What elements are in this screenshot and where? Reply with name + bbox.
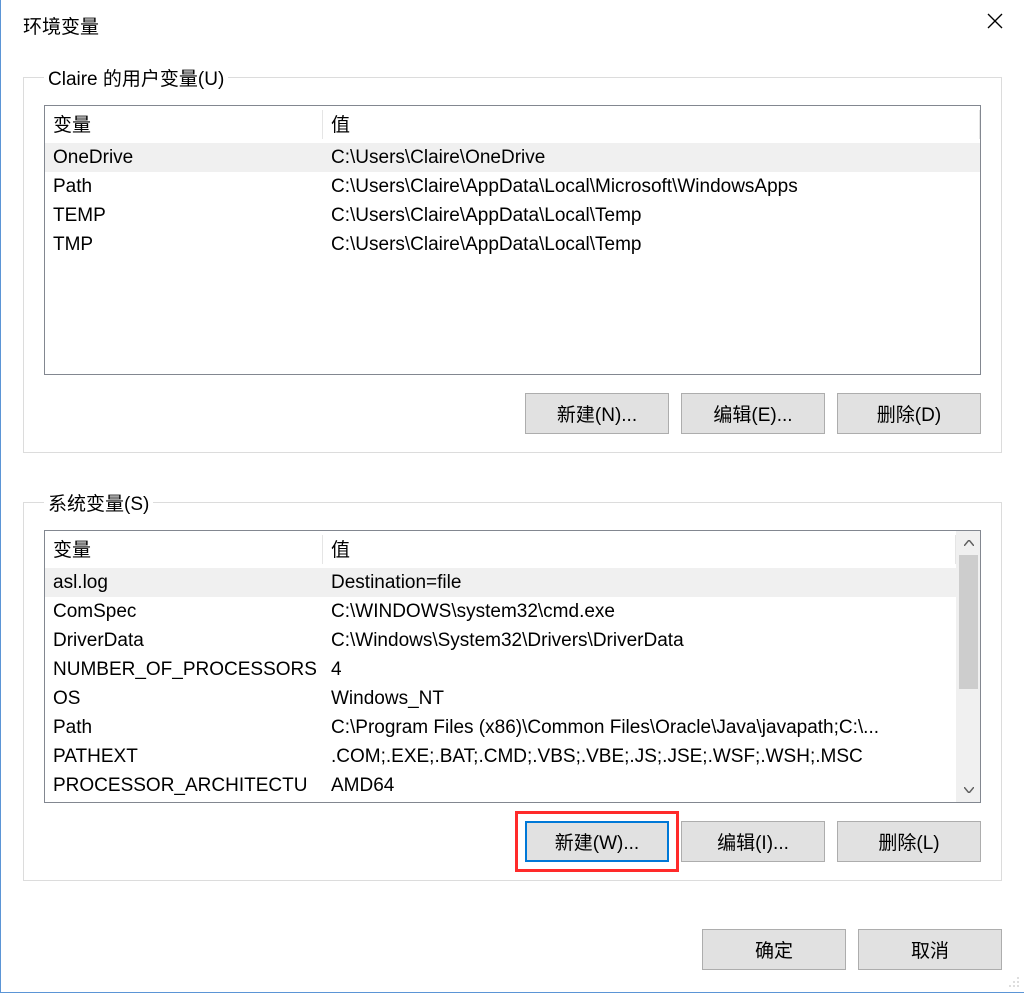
- cell-value: C:\Users\Claire\AppData\Local\Temp: [323, 205, 980, 227]
- user-header-variable[interactable]: 变量: [45, 106, 323, 143]
- table-row[interactable]: OneDriveC:\Users\Claire\OneDrive: [45, 143, 980, 172]
- ok-button[interactable]: 确定: [702, 929, 846, 970]
- system-vars-group: 系统变量(S) 变量 值 asl.logDestination=fileComS…: [23, 489, 1002, 881]
- cell-variable: DriverData: [45, 630, 323, 652]
- table-row[interactable]: PROCESSOR_ARCHITECTUAMD64: [45, 771, 956, 800]
- table-row[interactable]: TEMPC:\Users\Claire\AppData\Local\Temp: [45, 201, 980, 230]
- cell-value: .COM;.EXE;.BAT;.CMD;.VBS;.VBE;.JS;.JSE;.…: [323, 746, 956, 768]
- user-vars-group: Claire 的用户变量(U) 变量 值 OneDriveC:\Users\Cl…: [23, 64, 1002, 453]
- user-vars-header: 变量 值: [45, 106, 980, 143]
- cell-variable: asl.log: [45, 572, 323, 594]
- cell-variable: Path: [45, 176, 323, 198]
- user-header-value[interactable]: 值: [323, 106, 980, 143]
- cell-variable: Path: [45, 717, 323, 739]
- table-row[interactable]: OSWindows_NT: [45, 684, 956, 713]
- cell-value: AMD64: [323, 775, 956, 797]
- user-vars-buttons: 新建(N)... 编辑(E)... 删除(D): [44, 393, 981, 434]
- cell-variable: ComSpec: [45, 601, 323, 623]
- system-vars-legend: 系统变量(S): [44, 489, 153, 516]
- resize-grip[interactable]: [1004, 972, 1020, 988]
- user-vars-list[interactable]: 变量 值 OneDriveC:\Users\Claire\OneDrivePat…: [44, 105, 981, 375]
- table-row[interactable]: PathC:\Program Files (x86)\Common Files\…: [45, 713, 956, 742]
- cell-value: C:\Windows\System32\Drivers\DriverData: [323, 630, 956, 652]
- scroll-down-icon[interactable]: [957, 778, 980, 802]
- system-vars-header: 变量 值: [45, 531, 956, 568]
- table-row[interactable]: NUMBER_OF_PROCESSORS4: [45, 655, 956, 684]
- system-vars-scrollbar[interactable]: [956, 531, 980, 802]
- cell-variable: OS: [45, 688, 323, 710]
- dialog-buttons: 确定 取消: [702, 929, 1002, 970]
- cell-variable: TMP: [45, 234, 323, 256]
- user-vars-legend: Claire 的用户变量(U): [44, 64, 228, 91]
- titlebar: 环境变量: [1, 0, 1024, 50]
- system-vars-buttons: 新建(W)... 编辑(I)... 删除(L): [44, 821, 981, 862]
- cell-value: Windows_NT: [323, 688, 956, 710]
- system-header-value[interactable]: 值: [323, 531, 956, 568]
- system-vars-body: asl.logDestination=fileComSpecC:\WINDOWS…: [45, 568, 956, 800]
- cell-variable: PROCESSOR_ARCHITECTU: [45, 775, 323, 797]
- env-vars-dialog: 环境变量 Claire 的用户变量(U) 变量 值 OneDriveC:\Use…: [0, 0, 1024, 993]
- system-delete-button[interactable]: 删除(L): [837, 821, 981, 862]
- scroll-thumb[interactable]: [959, 555, 978, 689]
- user-delete-button[interactable]: 删除(D): [837, 393, 981, 434]
- cell-variable: PATHEXT: [45, 746, 323, 768]
- scroll-track[interactable]: [957, 555, 980, 778]
- cell-variable: TEMP: [45, 205, 323, 227]
- table-row[interactable]: DriverDataC:\Windows\System32\Drivers\Dr…: [45, 626, 956, 655]
- system-new-button[interactable]: 新建(W)...: [525, 821, 669, 862]
- cancel-button[interactable]: 取消: [858, 929, 1002, 970]
- user-vars-body: OneDriveC:\Users\Claire\OneDrivePathC:\U…: [45, 143, 980, 259]
- cell-value: C:\WINDOWS\system32\cmd.exe: [323, 601, 956, 623]
- user-new-button[interactable]: 新建(N)...: [525, 393, 669, 434]
- dialog-content: Claire 的用户变量(U) 变量 值 OneDriveC:\Users\Cl…: [1, 50, 1024, 992]
- cell-value: C:\Users\Claire\OneDrive: [323, 147, 980, 169]
- cell-variable: OneDrive: [45, 147, 323, 169]
- table-row[interactable]: ComSpecC:\WINDOWS\system32\cmd.exe: [45, 597, 956, 626]
- system-vars-list[interactable]: 变量 值 asl.logDestination=fileComSpecC:\WI…: [44, 530, 981, 803]
- table-row[interactable]: TMPC:\Users\Claire\AppData\Local\Temp: [45, 230, 980, 259]
- cell-value: C:\Program Files (x86)\Common Files\Orac…: [323, 717, 956, 739]
- close-button[interactable]: [966, 0, 1024, 42]
- cell-value: C:\Users\Claire\AppData\Local\Microsoft\…: [323, 176, 980, 198]
- window-title: 环境变量: [23, 12, 99, 39]
- table-row[interactable]: PathC:\Users\Claire\AppData\Local\Micros…: [45, 172, 980, 201]
- cell-value: 4: [323, 659, 956, 681]
- system-header-variable[interactable]: 变量: [45, 531, 323, 568]
- cell-value: Destination=file: [323, 572, 956, 594]
- close-icon: [987, 13, 1003, 29]
- table-row[interactable]: PATHEXT.COM;.EXE;.BAT;.CMD;.VBS;.VBE;.JS…: [45, 742, 956, 771]
- scroll-up-icon[interactable]: [957, 531, 980, 555]
- cell-variable: NUMBER_OF_PROCESSORS: [45, 659, 323, 681]
- system-edit-button[interactable]: 编辑(I)...: [681, 821, 825, 862]
- cell-value: C:\Users\Claire\AppData\Local\Temp: [323, 234, 980, 256]
- table-row[interactable]: asl.logDestination=file: [45, 568, 956, 597]
- user-edit-button[interactable]: 编辑(E)...: [681, 393, 825, 434]
